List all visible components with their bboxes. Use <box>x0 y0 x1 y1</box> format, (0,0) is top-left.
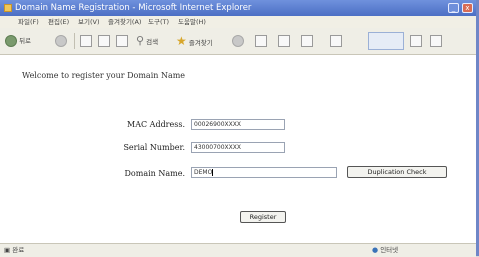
window-title: Domain Name Registration - Microsoft Int… <box>15 3 252 13</box>
home-button[interactable] <box>116 34 128 48</box>
status-done: ▣ 완료 <box>4 244 24 256</box>
back-button[interactable]: 뒤로 <box>5 34 31 48</box>
mail-icon <box>255 35 267 47</box>
welcome-text: Welcome to register your Domain Name <box>22 71 186 80</box>
menu-edit[interactable]: 편집(E) <box>48 16 69 28</box>
browser-window: Domain Name Registration - Microsoft Int… <box>0 0 479 257</box>
page-content: Welcome to register your Domain Name MAC… <box>0 55 476 243</box>
search-label: 검색 <box>146 38 159 46</box>
title-bar: Domain Name Registration - Microsoft Int… <box>0 0 476 16</box>
menu-bar: 파일(F) 편집(E) 보기(V) 즐겨찾기(A) 도구(T) 도움말(H) <box>0 16 476 28</box>
zone-indicator: ● 인터넷 <box>372 244 398 256</box>
refresh-button[interactable] <box>98 34 110 48</box>
menu-file[interactable]: 파일(F) <box>18 16 39 28</box>
edit-button[interactable] <box>301 34 313 48</box>
extra-icon <box>430 35 442 47</box>
favorites-label: 즐겨찾기 <box>188 39 213 47</box>
mac-address-label: MAC Address. <box>127 120 185 129</box>
back-icon <box>5 35 17 47</box>
history-icon <box>232 35 244 47</box>
menu-view[interactable]: 보기(V) <box>78 16 99 28</box>
edit-icon <box>301 35 313 47</box>
favorites-icon: ★ <box>176 34 187 48</box>
status-left-label: 완료 <box>12 246 25 254</box>
refresh-icon <box>98 35 110 47</box>
menu-help[interactable]: 도움말(H) <box>178 16 206 28</box>
serial-number-field[interactable] <box>191 142 285 153</box>
page-done-icon: ▣ <box>4 246 11 254</box>
research-button[interactable] <box>368 32 404 50</box>
menu-tools[interactable]: 도구(T) <box>148 16 169 28</box>
toolbar-divider <box>74 33 75 49</box>
favorites-button[interactable]: ★ 즐겨찾기 <box>176 34 213 48</box>
messenger-icon <box>330 35 342 47</box>
minimize-button[interactable]: _ <box>448 3 459 13</box>
close-button[interactable]: x <box>462 3 473 13</box>
print-button[interactable] <box>278 34 290 48</box>
globe-icon: ● <box>372 246 379 254</box>
stop-icon <box>80 35 92 47</box>
ie-app-icon <box>4 4 12 12</box>
domain-name-field[interactable]: DEMO <box>191 167 337 178</box>
forward-button[interactable] <box>55 34 67 48</box>
tool-icon <box>410 35 422 47</box>
menu-favorites[interactable]: 즐겨찾기(A) <box>108 16 141 28</box>
serial-number-label: Serial Number. <box>123 143 185 152</box>
history-button[interactable] <box>232 34 244 48</box>
extra-button[interactable] <box>430 34 442 48</box>
status-bar: ▣ 완료 ● 인터넷 <box>0 243 476 257</box>
print-icon <box>278 35 290 47</box>
mac-address-field[interactable] <box>191 119 285 130</box>
back-label: 뒤로 <box>19 37 32 45</box>
zone-label: 인터넷 <box>380 246 399 254</box>
tool-button[interactable] <box>410 34 422 48</box>
search-button[interactable]: ⚲ 검색 <box>136 34 158 48</box>
forward-icon <box>55 35 67 47</box>
home-icon <box>116 35 128 47</box>
duplication-check-button[interactable]: Duplication Check <box>347 166 447 178</box>
search-icon: ⚲ <box>136 34 145 47</box>
domain-name-value: DEMO <box>194 169 213 176</box>
text-caret <box>212 169 214 176</box>
domain-name-label: Domain Name. <box>124 169 185 178</box>
mail-button[interactable] <box>255 34 267 48</box>
stop-button[interactable] <box>80 34 92 48</box>
toolbar: 뒤로 ⚲ 검색 ★ 즐겨찾기 <box>0 28 476 55</box>
messenger-button[interactable] <box>330 34 342 48</box>
register-button[interactable]: Register <box>240 211 286 223</box>
